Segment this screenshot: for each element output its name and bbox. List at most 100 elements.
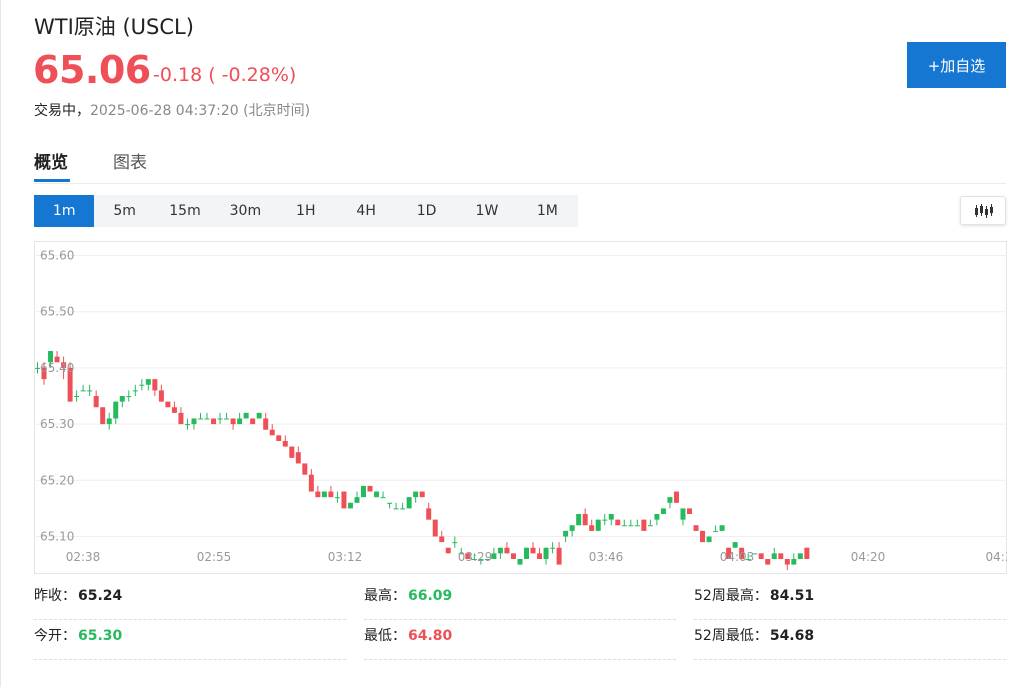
stat-label: 最低： bbox=[364, 628, 406, 644]
candle-body bbox=[250, 418, 256, 425]
candle-body bbox=[165, 401, 171, 408]
candle-body bbox=[93, 396, 99, 408]
stat-label: 昨收： bbox=[34, 588, 76, 604]
interval-15m[interactable]: 15m bbox=[155, 195, 215, 227]
last-price: 65.06 bbox=[33, 48, 151, 92]
candle-body bbox=[432, 519, 438, 537]
candle-body bbox=[126, 396, 132, 397]
stat-value: 64.80 bbox=[408, 628, 453, 644]
stat-52w-high: 52周最高： 84.51 bbox=[694, 585, 1006, 620]
candle-body bbox=[387, 502, 393, 504]
candle-body bbox=[771, 553, 777, 559]
candle-body bbox=[191, 418, 197, 425]
candle-body bbox=[445, 547, 451, 554]
candle-body bbox=[563, 530, 569, 537]
candle-body bbox=[700, 530, 706, 543]
candle-body bbox=[732, 542, 738, 548]
candle-body bbox=[237, 418, 243, 425]
candle-body bbox=[797, 553, 803, 559]
candle-body bbox=[158, 390, 164, 402]
candle-body bbox=[171, 407, 177, 413]
candle-body bbox=[537, 553, 543, 559]
candle-body bbox=[550, 547, 556, 549]
candle-body bbox=[315, 491, 321, 498]
candle-body bbox=[263, 418, 269, 430]
candle-body bbox=[569, 525, 575, 531]
candle-body bbox=[634, 525, 640, 527]
candle-body bbox=[211, 418, 217, 425]
stat-low: 最低： 64.80 bbox=[364, 625, 676, 660]
page-left-border bbox=[0, 0, 1, 687]
y-tick-label: 65.50 bbox=[40, 305, 74, 319]
x-tick-label: 03:46 bbox=[589, 550, 624, 564]
y-tick-label: 65.10 bbox=[40, 530, 74, 544]
candle-body bbox=[198, 418, 203, 420]
candle-body bbox=[791, 558, 797, 565]
stat-label: 52周最低： bbox=[694, 628, 768, 644]
interval-1mo[interactable]: 1M bbox=[517, 195, 577, 227]
x-tick-label: 03:29 bbox=[458, 550, 493, 564]
candle-body bbox=[530, 547, 536, 554]
candlestick-chart[interactable]: 65.60 65.50 65.40 65.30 65.20 65.10 02:38 02:55… bbox=[34, 241, 1007, 574]
candle-body bbox=[289, 446, 295, 458]
stat-prev-close: 昨收： 65.24 bbox=[34, 585, 346, 620]
candle-body bbox=[152, 379, 158, 391]
candle-body bbox=[374, 491, 380, 498]
candle-body bbox=[217, 418, 223, 420]
interval-1h[interactable]: 1H bbox=[276, 195, 336, 227]
candle-body bbox=[615, 519, 621, 526]
stat-52w-low: 52周最低： 54.68 bbox=[694, 625, 1006, 660]
candle-body bbox=[132, 390, 138, 392]
status-label: 交易中， bbox=[34, 103, 90, 119]
interval-1d[interactable]: 1D bbox=[396, 195, 456, 227]
candle-body bbox=[321, 491, 327, 498]
candle-body bbox=[113, 401, 119, 419]
trading-status: 交易中，2025-06-28 04:37:20 (北京时间) bbox=[34, 100, 310, 120]
candle-body bbox=[452, 542, 458, 544]
status-timestamp: 2025-06-28 04:37:20 (北京时间) bbox=[90, 103, 311, 119]
chart-type-button[interactable] bbox=[960, 196, 1006, 225]
stat-value: 66.09 bbox=[408, 588, 453, 604]
candle-body bbox=[706, 536, 712, 543]
stat-value: 65.30 bbox=[78, 628, 123, 644]
candle-body bbox=[361, 485, 366, 498]
tab-chart[interactable]: 图表 bbox=[113, 148, 147, 173]
x-tick-label: 04:20 bbox=[851, 550, 886, 564]
candle-body bbox=[380, 497, 386, 499]
candle-body bbox=[393, 508, 399, 510]
interval-1w[interactable]: 1W bbox=[457, 195, 517, 227]
candle-body bbox=[765, 558, 771, 565]
candle-body bbox=[100, 407, 106, 425]
candle-body bbox=[406, 497, 412, 509]
candle-body bbox=[400, 508, 406, 510]
candle-body bbox=[439, 536, 445, 543]
candle-body bbox=[328, 491, 334, 498]
candle-body bbox=[784, 558, 790, 565]
candle-body bbox=[804, 547, 810, 559]
x-tick-label: 04:03 bbox=[720, 550, 755, 564]
candle-body bbox=[119, 396, 125, 402]
candle-body bbox=[302, 463, 308, 475]
candle-body bbox=[713, 530, 719, 532]
tab-bar: 概览 图表 bbox=[34, 145, 1006, 184]
interval-30m[interactable]: 30m bbox=[215, 195, 275, 227]
tab-overview[interactable]: 概览 bbox=[34, 148, 68, 173]
candle-body bbox=[647, 525, 653, 527]
candle-body bbox=[595, 519, 601, 531]
candle-body bbox=[230, 418, 236, 425]
candlestick-icon bbox=[975, 204, 993, 218]
candle-body bbox=[347, 502, 353, 509]
candle-body bbox=[308, 474, 314, 492]
interval-1m[interactable]: 1m bbox=[34, 195, 95, 227]
candle-body bbox=[556, 547, 562, 565]
stat-value: 54.68 bbox=[769, 628, 815, 644]
interval-5m[interactable]: 5m bbox=[94, 195, 154, 227]
candle-body bbox=[256, 412, 262, 419]
candle-body bbox=[269, 429, 275, 436]
interval-4h[interactable]: 4H bbox=[336, 195, 396, 227]
candle-body bbox=[413, 491, 419, 498]
candle-body bbox=[628, 525, 634, 527]
add-to-watchlist-button[interactable]: +加自选 bbox=[907, 42, 1006, 88]
candle-body bbox=[524, 547, 529, 559]
candle-body bbox=[106, 418, 112, 425]
